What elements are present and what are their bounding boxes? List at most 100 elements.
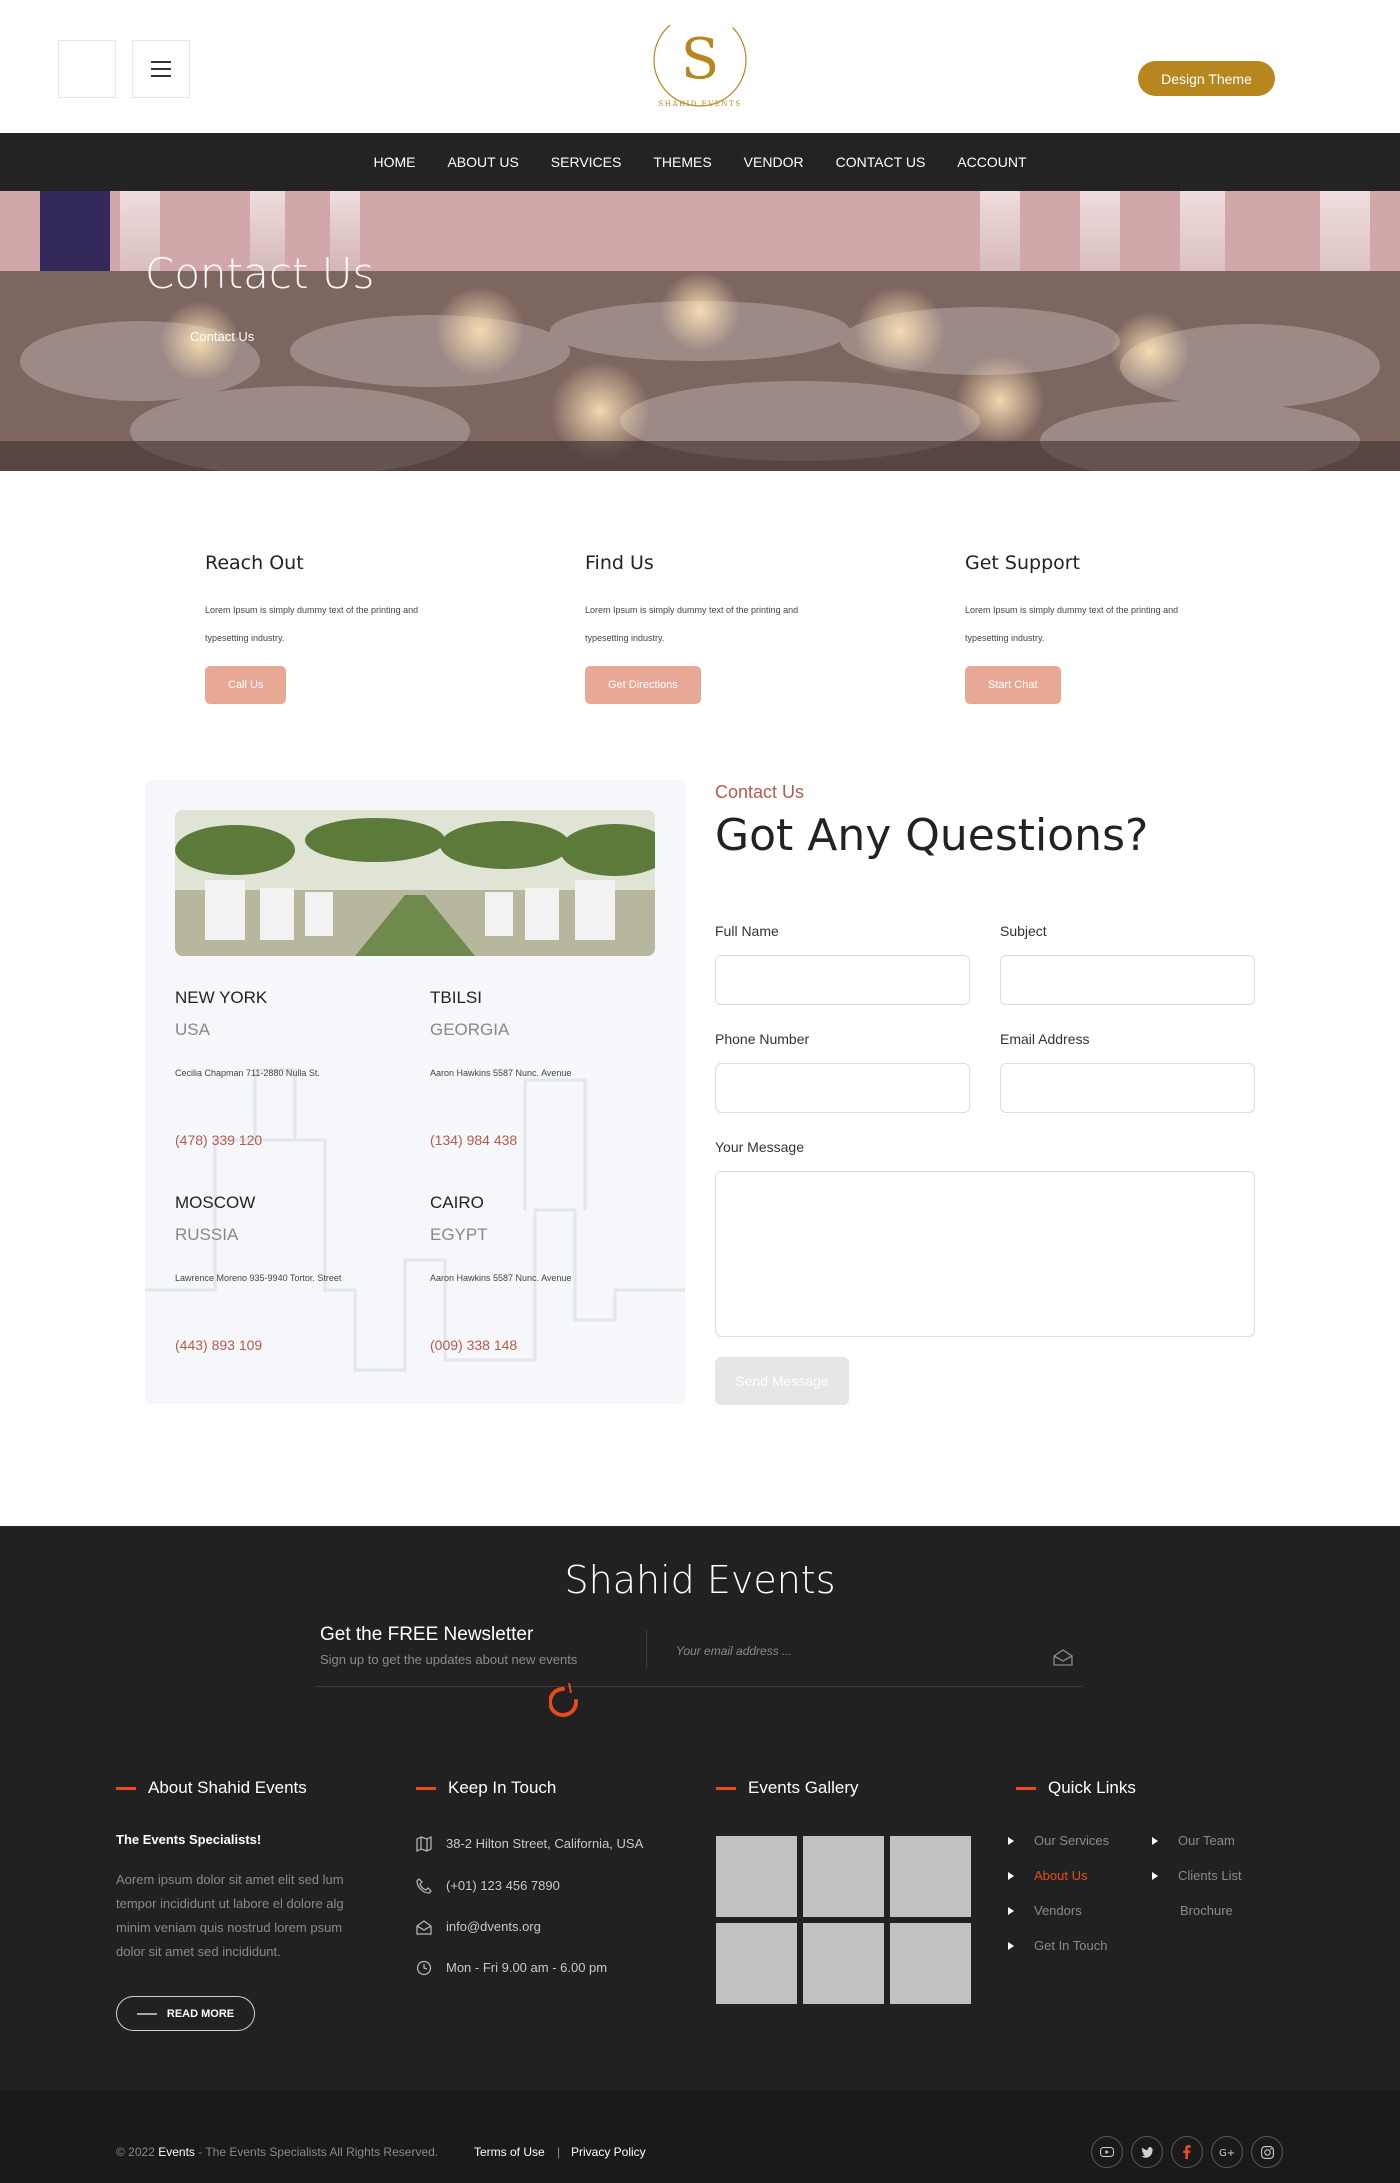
read-more-button[interactable]: READ MORE — [116, 1996, 255, 2031]
google-plus-icon[interactable]: G+ — [1211, 2136, 1243, 2168]
gallery-thumbnail[interactable] — [803, 1923, 884, 2004]
quick-link-brochure[interactable]: Brochure — [1180, 1903, 1233, 1918]
phone-link[interactable]: (478) 339 120 — [175, 1132, 405, 1148]
email-item[interactable]: info@dvents.org — [416, 1919, 541, 1935]
nav-about-us[interactable]: ABOUT US — [447, 154, 518, 170]
phone-item[interactable]: (+01) 123 456 7890 — [416, 1878, 560, 1894]
hours-item: Mon - Fri 9.00 am - 6.00 pm — [416, 1960, 626, 1976]
about-text: Aorem ipsum dolor sit amet elit sed lum … — [116, 1872, 344, 1959]
get-support-card: Get Support Lorem Ipsum is simply dummy … — [965, 552, 1285, 704]
subject-input[interactable] — [1000, 955, 1255, 1005]
nav-contact-us[interactable]: CONTACT US — [836, 154, 926, 170]
quick-link-our-team[interactable]: Our Team — [1152, 1833, 1235, 1848]
newsletter-subtitle: Sign up to get the updates about new eve… — [320, 1652, 578, 1667]
clock-icon — [416, 1960, 432, 1976]
gallery-thumbnail[interactable] — [803, 1836, 884, 1917]
nav-themes[interactable]: THEMES — [653, 154, 711, 170]
svg-text:G+: G+ — [1219, 2148, 1235, 2157]
city-name: MOSCOW — [175, 1193, 256, 1212]
beach-wedding-image — [175, 810, 655, 956]
privacy-link[interactable]: Privacy Policy — [571, 2145, 646, 2159]
quick-link-our-services[interactable]: Our Services — [1008, 1833, 1109, 1848]
card-text: Lorem Ipsum is simply dummy text of the … — [965, 605, 1179, 643]
quick-link-about-us[interactable]: About Us — [1008, 1868, 1087, 1883]
map-icon — [416, 1836, 432, 1852]
start-chat-button[interactable]: Start Chat — [965, 666, 1061, 704]
message-textarea[interactable] — [715, 1171, 1255, 1337]
gallery-thumbnail[interactable] — [890, 1923, 971, 2004]
phone-link[interactable]: (443) 893 109 — [175, 1337, 405, 1353]
nav-services[interactable]: SERVICES — [551, 154, 622, 170]
design-theme-button[interactable]: Design Theme — [1138, 61, 1275, 96]
menu-button[interactable] — [132, 40, 190, 98]
call-us-button[interactable]: Call Us — [205, 666, 287, 704]
twitter-icon[interactable] — [1131, 2136, 1163, 2168]
city-name: CAIRO — [430, 1193, 484, 1212]
keep-in-touch-heading: Keep In Touch — [416, 1778, 556, 1798]
nav-account[interactable]: ACCOUNT — [957, 154, 1026, 170]
phone-icon — [416, 1878, 432, 1894]
events-gallery-heading: Events Gallery — [716, 1778, 859, 1798]
newsletter-title: Get the FREE Newsletter — [320, 1624, 534, 1645]
locations-panel: NEW YORK USA Cecilia Chapman 711-2880 Nu… — [145, 780, 685, 1404]
quick-link-get-in-touch[interactable]: Get In Touch — [1008, 1938, 1107, 1953]
gallery-thumbnail[interactable] — [716, 1836, 797, 1917]
shahid-events-logo[interactable]: S SHAHID EVENTS — [650, 10, 750, 118]
quick-link-vendors[interactable]: Vendors — [1008, 1903, 1082, 1918]
get-directions-button[interactable]: Get Directions — [585, 666, 701, 704]
site-header: S SHAHID EVENTS Design Theme — [0, 0, 1400, 133]
terms-link[interactable]: Terms of Use — [474, 2145, 545, 2159]
about-subtitle: The Events Specialists! — [116, 1832, 262, 1847]
breadcrumb[interactable]: Contact Us — [190, 329, 254, 344]
address-item: 38-2 Hilton Street, California, USA — [416, 1836, 643, 1852]
footer-brand: Shahid Events — [564, 1558, 836, 1602]
address: Aaron Hawkins 5587 Nunc. Avenue — [430, 1068, 572, 1078]
newsletter-underline — [315, 1686, 1083, 1687]
envelope-icon — [416, 1920, 432, 1935]
phone-link[interactable]: (134) 984 438 — [430, 1132, 660, 1148]
facebook-icon[interactable] — [1171, 2136, 1203, 2168]
instagram-icon[interactable] — [1251, 2136, 1283, 2168]
subject-label: Subject — [1000, 923, 1047, 939]
main-nav: HOME ABOUT US SERVICES THEMES VENDOR CON… — [0, 133, 1400, 191]
country-name: USA — [175, 1020, 210, 1039]
location-new-york: NEW YORK USA Cecilia Chapman 711-2880 Nu… — [175, 988, 405, 1148]
city-name: TBILSI — [430, 988, 482, 1007]
country-name: GEORGIA — [430, 1020, 510, 1039]
svg-text:S: S — [681, 27, 719, 92]
country-name: EGYPT — [430, 1225, 488, 1244]
quick-links-heading: Quick Links — [1016, 1778, 1136, 1798]
envelope-open-icon[interactable] — [1053, 1648, 1073, 1666]
gallery-thumbnail[interactable] — [890, 1836, 971, 1917]
city-name: NEW YORK — [175, 988, 268, 1007]
address: Aaron Hawkins 5587 Nunc. Avenue — [430, 1273, 572, 1283]
contact-title: Got Any Questions? — [715, 810, 1149, 861]
location-cairo: CAIRO EGYPT Aaron Hawkins 5587 Nunc. Ave… — [430, 1193, 660, 1353]
card-title: Find Us — [585, 552, 654, 574]
nav-home[interactable]: HOME — [373, 154, 415, 170]
email-address-input[interactable] — [1000, 1063, 1255, 1113]
full-name-label: Full Name — [715, 923, 779, 939]
card-text: Lorem Ipsum is simply dummy text of the … — [205, 605, 419, 643]
logo-text: SHAHID EVENTS — [658, 100, 741, 108]
quick-link-clients-list[interactable]: Clients List — [1152, 1868, 1242, 1883]
phone-link[interactable]: (009) 338 148 — [430, 1337, 660, 1353]
phone-number-input[interactable] — [715, 1063, 970, 1113]
legal-separator: | — [557, 2145, 561, 2159]
gallery-thumbnail[interactable] — [716, 1923, 797, 2004]
send-message-button[interactable]: Send Message — [715, 1357, 849, 1405]
card-title: Reach Out — [205, 552, 304, 574]
blank-square-button[interactable] — [58, 40, 116, 98]
about-heading: About Shahid Events — [116, 1778, 307, 1798]
youtube-icon[interactable] — [1091, 2136, 1123, 2168]
nav-vendor[interactable]: VENDOR — [744, 154, 804, 170]
country-name: RUSSIA — [175, 1225, 239, 1244]
address: Cecilia Chapman 711-2880 Nulla St. — [175, 1068, 320, 1078]
find-us-card: Find Us Lorem Ipsum is simply dummy text… — [585, 552, 905, 704]
email-address-label: Email Address — [1000, 1031, 1090, 1047]
newsletter-divider — [646, 1630, 647, 1668]
location-tbilsi: TBILSI GEORGIA Aaron Hawkins 5587 Nunc. … — [430, 988, 660, 1148]
loading-spinner-icon — [549, 1682, 579, 1717]
full-name-input[interactable] — [715, 955, 970, 1005]
newsletter-email-input[interactable]: Your email address ... — [676, 1644, 792, 1658]
